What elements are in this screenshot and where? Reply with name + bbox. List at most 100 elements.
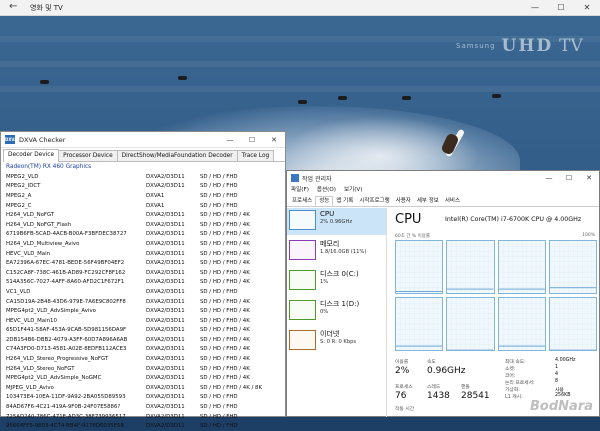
tab-decoder-device[interactable]: Decoder Device [3, 149, 60, 162]
decoder-resolutions: SD / HD / FHD / 4K [200, 356, 250, 363]
decoder-row[interactable]: H264_VLD_NoFGT_Flash DXVA2/D3D11 SD / HD /… [6, 220, 280, 230]
resource-value: S: 0 R: 0 Kbps [320, 339, 357, 345]
menu-options[interactable]: 옵션(O) [317, 185, 336, 196]
decoder-api: DXVA2/D3D11 [146, 327, 185, 334]
decoder-api: DXVA2/D3D11 [146, 356, 185, 363]
decoder-row[interactable]: 103473E4-10EA-11DF-9A92-2BA055D89593 DXVA… [6, 393, 280, 403]
decoder-resolutions: SD / HD / FHD / 4K [200, 221, 250, 228]
minimize-icon[interactable]: — [539, 171, 559, 185]
resource-item-disk-1[interactable]: 디스크 1(D:) 0% [287, 298, 386, 325]
decoder-row[interactable]: CA15D19A-2B48-43D6-979E-7A6E9C802FF8 DXVA… [6, 297, 280, 307]
decoder-row[interactable]: MPEG4pt2_VLD_AdvSimple_NoGMC DXVA2/D3D11 S… [6, 373, 280, 383]
decoder-row[interactable]: H264_VLD_NoFGT DXVA2/D3D11 SD / HD / FHD /… [6, 210, 280, 220]
thread-value: 1438 [427, 391, 450, 401]
watermark: BodNara [530, 399, 593, 414]
speed-label: 속도 [427, 360, 436, 365]
decoder-row[interactable]: C152CA8F-738C-461B-AD89-FC292CF8F162 DXVA… [6, 268, 280, 278]
decoder-row[interactable]: HEVC_VLD_Main10 DXVA2/D3D11 SD / HD / FHD … [6, 316, 280, 326]
decoder-row[interactable]: 95664FF5-9E03-4C74-BB4F-9178D6035E58 DXVA… [6, 421, 280, 431]
surfer-figure [402, 96, 411, 100]
tab-services[interactable]: 서비스 [442, 196, 463, 206]
decoder-resolutions: SD / HD / FHD [200, 202, 238, 209]
resource-item-cpu[interactable]: CPU 2% 0.96GHz [287, 208, 386, 235]
tm-title: 작업 관리자 [302, 176, 332, 183]
decoder-row[interactable]: H264_VLD_Stereo_NoFGT DXVA2/D3D11 SD / HD … [6, 364, 280, 374]
maximize-icon[interactable]: ☐ [559, 171, 579, 185]
logical-processor-graph [548, 240, 597, 294]
resource-item-memory[interactable]: 메모리 1.8/16.0GB (11%) [287, 238, 386, 265]
decoder-resolutions: SD / HD / FHD [200, 192, 238, 199]
decoder-row[interactable]: C74A3FD0-D713-4581-A02E-8EDFB112ACE3 DXVA… [6, 345, 280, 355]
maximize-icon[interactable]: ☐ [548, 0, 574, 16]
decoder-api: DXVA2/D3D11 [146, 288, 185, 295]
decoder-row[interactable]: MPEG4pt2_VLD_AdvSimple_Avivo DXVA2/D3D11 S… [6, 306, 280, 316]
menu-file[interactable]: 파일(F) [291, 185, 309, 196]
cpu-detail-panel: CPU Intel(R) Core(TM) i7-6700K CPU @ 4.0… [391, 208, 599, 417]
decoder-row[interactable]: MPEG2_C DXVA1 SD / HD / FHD [6, 201, 280, 211]
decoder-row[interactable]: 6719B6FB-5CAD-4ACB-B00A-F3BFDEC38727 DXVA… [6, 230, 280, 240]
decoder-guid: 95664FF5-9E03-4C74-BB4F-9178D6035E58 [6, 423, 124, 430]
decoder-row[interactable]: 2DB154B6-DBB2-4079-A3FF-60D7A896A6AB DXVA… [6, 335, 280, 345]
decoder-api: DXVA2/D3D11 [146, 173, 185, 180]
maximize-icon[interactable]: ☐ [241, 132, 263, 148]
resource-name: 디스크 0(C:) [320, 270, 359, 278]
decoder-guid: H264_VLD_Multiview_Avivo [6, 240, 80, 247]
resource-item-disk-0[interactable]: 디스크 0(C:) 1% [287, 268, 386, 295]
tab-processes[interactable]: 프로세스 [289, 196, 315, 206]
ethernet-thumbnail-graph [289, 330, 316, 350]
disk-thumbnail-graph [289, 270, 316, 290]
resource-list: CPU 2% 0.96GHz 메모리 1.8/16.0GB (11%) 디스크 0(… [287, 208, 387, 417]
process-value: 76 [395, 391, 407, 401]
close-icon[interactable]: ✕ [263, 132, 285, 148]
logical-processor-graph [446, 297, 495, 351]
decoder-list[interactable]: MPEG2_VLD DXVA2/D3D11 SD / HD / FHD MPEG2_I… [1, 172, 285, 431]
menu-view[interactable]: 보기(V) [344, 185, 362, 196]
spec-value: 사용 [555, 388, 564, 393]
decoder-resolutions: SD / HD / FHD / 4K [200, 346, 250, 353]
decoder-row[interactable]: 84AD67F6-4C21-419A-9F0B-24F07E5886? DXVA2… [6, 402, 280, 412]
resource-value: 1.8/16.0GB (11%) [320, 249, 367, 255]
spec-value: 1 [555, 365, 559, 370]
spec-value: 8 [555, 379, 559, 384]
decoder-row[interactable]: EA72396A-67EC-4781-BEDE-56F49BF04EF2 DXVA… [6, 258, 280, 268]
decoder-row[interactable]: 65D1F441-58AF-453A-9CAB-5D981156DA9F DXVA… [6, 326, 280, 336]
decoder-row[interactable]: MJPEG_VLD_Avivo DXVA2/D3D11 SD / HD / FHD … [6, 383, 280, 393]
spec-value: 4 [555, 372, 559, 377]
tab-startup[interactable]: 시작프로그램 [356, 196, 392, 206]
resource-name: 메모리 [320, 240, 340, 248]
logical-processor-graph [497, 297, 546, 351]
tab-processor-device[interactable]: Processor Device [58, 150, 118, 161]
decoder-row[interactable]: MPEG2_VLD DXVA2/D3D11 SD / HD / FHD [6, 172, 280, 182]
decoder-guid: C152CA8F-738C-461B-AD89-FC292CF8F162 [6, 269, 126, 276]
decoder-row[interactable]: VC1_VLD DXVA2/D3D11 SD / HD / FHD [6, 287, 280, 297]
resource-value: 0% [320, 309, 329, 315]
decoder-guid: 6719B6FB-5CAD-4ACB-B00A-F3BFDEC38727 [6, 231, 127, 238]
util-label: 이용률 [395, 360, 409, 365]
close-icon[interactable]: ✕ [574, 0, 600, 16]
minimize-icon[interactable]: — [219, 132, 241, 148]
decoder-resolutions: SD / HD / FHD / 4K [200, 375, 250, 382]
decoder-row[interactable]: 514A356C-7027-4AFF-8A60-AFD2C1F672F1 DXVA… [6, 278, 280, 288]
decoder-row[interactable]: MPEG2_IDCT DXVA2/D3D11 SD / HD / FHD [6, 182, 280, 192]
minimize-icon[interactable]: — [522, 0, 548, 16]
decoder-row[interactable]: H264_VLD_Multiview_Avivo DXVA2/D3D11 SD / … [6, 239, 280, 249]
decoder-api: DXVA2/D3D11 [146, 240, 185, 247]
decoder-api: DXVA2/D3D11 [146, 279, 185, 286]
close-icon[interactable]: ✕ [579, 171, 599, 185]
tab-app-history[interactable]: 앱 기록 [333, 196, 356, 206]
decoder-resolutions: SD / HD / FHD / 4K / 8K [200, 384, 262, 391]
decoder-row[interactable]: MPEG2_A DXVA1 SD / HD / FHD [6, 191, 280, 201]
decoder-row[interactable]: H264_VLD_Stereo_Progressive_NoFGT DXVA2/D… [6, 354, 280, 364]
decoder-row[interactable]: HEVC_VLD_Main DXVA2/D3D11 SD / HD / FHD / … [6, 249, 280, 259]
tab-trace-log[interactable]: Trace Log [236, 150, 275, 161]
tab-performance[interactable]: 성능 [315, 196, 334, 206]
tab-users[interactable]: 사용자 [393, 196, 414, 206]
decoder-resolutions: SD / HD / FHD / 4K [200, 212, 250, 219]
decoder-guid: H264_VLD_Stereo_NoFGT [6, 365, 75, 372]
back-arrow-icon[interactable]: ← [9, 1, 17, 12]
tab-directshow-decoder[interactable]: DirectShow/MediaFoundation Decoder [116, 150, 238, 161]
tab-details[interactable]: 세부 정보 [414, 196, 442, 206]
decoder-resolutions: SD / HD / FHD / 4K [200, 327, 250, 334]
resource-item-ethernet[interactable]: 이더넷 S: 0 R: 0 Kbps [287, 328, 386, 355]
decoder-resolutions: SD / HD / FHD / 4K [200, 308, 250, 315]
